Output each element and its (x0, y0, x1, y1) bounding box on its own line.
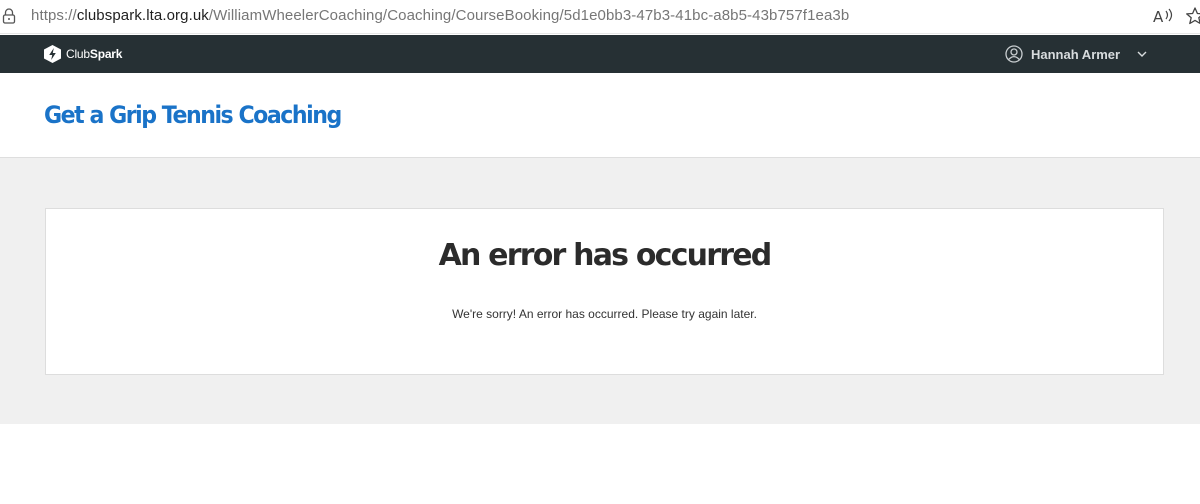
url-path: /WilliamWheelerCoaching/Coaching/CourseB… (208, 7, 850, 24)
user-name: Hannah Armer (1031, 46, 1121, 62)
error-card: An error has occurred We're sorry! An er… (45, 208, 1164, 375)
url-prefix: https:// (31, 7, 77, 24)
user-menu[interactable]: Hannah Armer (1005, 44, 1147, 64)
clubspark-logo-icon (44, 45, 61, 63)
clubspark-logo-text: ClubSpark (66, 47, 123, 61)
venue-title[interactable]: Get a Grip Tennis Coaching (44, 101, 342, 129)
chevron-down-icon[interactable] (1137, 50, 1147, 58)
star-icon[interactable] (1185, 6, 1200, 26)
top-navbar: ClubSpark Hannah Armer (0, 35, 1200, 73)
error-title: An error has occurred (438, 238, 773, 273)
error-message: We're sorry! An error has occurred. Plea… (452, 307, 757, 321)
clubspark-logo[interactable]: ClubSpark (44, 44, 122, 64)
url-host: clubspark.lta.org.uk (76, 7, 209, 24)
lock-icon[interactable] (2, 8, 16, 24)
venue-header: Get a Grip Tennis Coaching (0, 73, 1200, 158)
svg-text:A: A (1153, 8, 1164, 26)
url-field[interactable]: https://clubspark.lta.org.uk/WilliamWhee… (31, 7, 849, 24)
browser-address-bar: https://clubspark.lta.org.uk/WilliamWhee… (0, 0, 1200, 34)
main-content: An error has occurred We're sorry! An er… (0, 158, 1200, 424)
read-aloud-icon[interactable]: A (1152, 6, 1174, 26)
user-avatar-icon (1005, 45, 1023, 63)
